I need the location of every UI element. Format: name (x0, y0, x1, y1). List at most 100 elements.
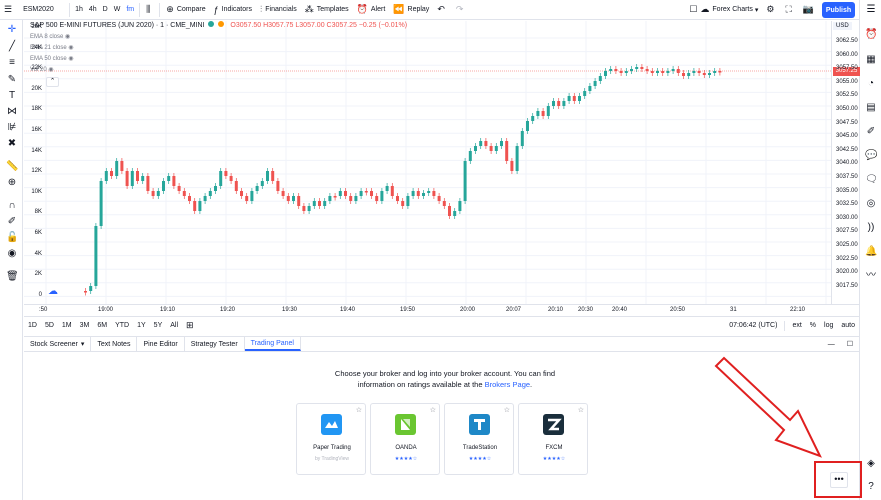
watchlist-icon[interactable]: ☰ (865, 4, 877, 16)
candle-body (474, 146, 477, 151)
percent-toggle[interactable]: % (806, 322, 820, 329)
calendar-icon[interactable]: ▤ (865, 102, 877, 114)
ext-toggle[interactable]: ext (788, 322, 805, 329)
chart-type-button[interactable]: ⫼ (142, 0, 157, 20)
price-axis[interactable]: 3057.25 3062.50 3060.00 3057.50 3055.00 3052… (831, 21, 860, 304)
undo-button[interactable]: ↶ (433, 0, 452, 20)
timeframe-1y[interactable]: 1Y (133, 322, 150, 329)
auto-toggle[interactable]: auto (837, 322, 859, 329)
minimize-panel-icon[interactable]: — (822, 337, 841, 351)
layout-select[interactable]: ☐ ☁ Forex Charts ▾ (685, 0, 762, 20)
star-icon[interactable]: ☆ (356, 406, 362, 414)
more-options-button[interactable]: ••• (830, 472, 848, 488)
interval-d[interactable]: D (100, 0, 111, 20)
star-icon[interactable]: ☆ (578, 406, 584, 414)
tab-text-notes[interactable]: Text Notes (91, 337, 138, 351)
snapshot-button[interactable]: 📷 (799, 0, 821, 20)
pulse-icon[interactable]: 〰 (865, 270, 877, 282)
lock-icon[interactable]: 🔓 (6, 232, 18, 244)
currency-label[interactable]: USD (833, 22, 852, 30)
timeframe-5y[interactable]: 5Y (150, 322, 167, 329)
volume-tick-label: 2K (34, 271, 42, 278)
layers-icon[interactable]: ◈ (865, 458, 877, 470)
eye-icon[interactable]: ◉ (65, 34, 70, 40)
financials-button[interactable]: ⫶ Financials (256, 0, 301, 20)
compare-button[interactable]: ⊕ Compare (162, 0, 209, 20)
eye-icon[interactable]: ◉ (68, 45, 73, 51)
tab-pine-editor[interactable]: Pine Editor (137, 337, 185, 351)
eye-icon[interactable]: ◉ (6, 248, 18, 260)
signal-icon[interactable]: )) (865, 222, 877, 234)
timeframe-ytd[interactable]: YTD (111, 322, 133, 329)
trash-icon[interactable]: 🗑 (6, 271, 19, 283)
help-icon[interactable]: ? (865, 481, 877, 493)
alarm-icon[interactable]: ⏰ (865, 29, 877, 41)
time-axis[interactable]: :50 19:00 19:10 19:20 19:30 19:40 19:50 20:00 20… (24, 304, 859, 316)
star-icon[interactable]: ☆ (430, 406, 436, 414)
interval-w[interactable]: W (111, 0, 124, 20)
pencil-lock-icon[interactable]: ✐ (6, 216, 18, 228)
brokers-page-link[interactable]: Brokers Page (485, 380, 530, 389)
redo-button[interactable]: ↷ (452, 0, 471, 20)
candle-body (94, 226, 98, 286)
broker-card-paper-trading[interactable]: ☆ Paper Trading by TradingView (296, 403, 366, 475)
tab-trading-panel[interactable]: Trading Panel (244, 337, 301, 351)
volume-axis: 26K 24K 22K 20K 18K 16K 14K 12K 10K 8K 6K 4K 2K 0 (24, 21, 44, 304)
magnet-icon[interactable]: ∩ (6, 200, 18, 212)
streams-icon[interactable]: ◎ (865, 198, 877, 210)
prediction-icon[interactable]: ⊯ (6, 122, 18, 134)
fib-icon[interactable]: ≡ (6, 57, 18, 69)
star-icon[interactable]: ☆ (504, 406, 510, 414)
zoom-icon[interactable]: ⊕ (6, 177, 18, 189)
broker-card-fxcm[interactable]: ☆ FXCM ★★★★☆ (518, 403, 588, 475)
menu-icon[interactable]: ☰ (0, 0, 19, 20)
timeframe-1d[interactable]: 1D (24, 322, 41, 329)
ideas-icon[interactable]: ✐ (865, 126, 877, 138)
drawing-toolbar: ✛ ╱ ≡ ✎ T ⋈ ⊯ ✖ 📏 ⊕ ∩ ✐ 🔓 ◉ 🗑 (0, 20, 23, 500)
crosshair-icon[interactable]: ✛ (6, 24, 18, 36)
eye-icon[interactable]: ◉ (68, 56, 73, 62)
log-toggle[interactable]: log (820, 322, 837, 329)
hotlist-icon[interactable]: ◔ (865, 78, 877, 90)
settings-button[interactable]: ⚙ (762, 0, 781, 20)
timeframe-6m[interactable]: 6M (93, 322, 111, 329)
templates-button[interactable]: ⁂ Templates (301, 0, 353, 20)
timeframe-1m[interactable]: 1M (58, 322, 76, 329)
timeframe-all[interactable]: All (166, 322, 182, 329)
alert-button[interactable]: ⏰ Alert (353, 0, 390, 20)
candle-body (162, 181, 165, 191)
timeframe-3m[interactable]: 3M (76, 322, 94, 329)
ruler-icon[interactable]: 📏 (6, 161, 18, 173)
pattern-icon[interactable]: ⋈ (6, 106, 18, 118)
notification-icon[interactable]: 🔔 (865, 246, 877, 258)
trend-line-icon[interactable]: ╱ (6, 41, 18, 53)
candle-body (661, 71, 665, 73)
candle-body (328, 196, 332, 201)
interval-fm[interactable]: fm (123, 0, 137, 20)
brush-icon[interactable]: ✎ (6, 74, 18, 86)
maximize-panel-icon[interactable]: ☐ (841, 337, 859, 351)
tab-strategy-tester[interactable]: Strategy Tester (185, 337, 245, 351)
chat-icon[interactable]: 💬 (865, 150, 877, 162)
price-chart[interactable]: ☁ (24, 21, 831, 304)
chat2-icon[interactable]: 🗨 (865, 174, 878, 186)
date-range-icon[interactable]: ⊞ (182, 320, 198, 331)
interval-4h[interactable]: 4h (86, 0, 100, 20)
eye-icon[interactable]: ◉ (48, 67, 53, 73)
interval-1h[interactable]: 1h (72, 0, 86, 20)
replay-button[interactable]: ⏪ Replay (389, 0, 433, 20)
data-window-icon[interactable]: ▦ (865, 54, 877, 66)
close-icon[interactable]: ✖ (6, 138, 18, 150)
text-icon[interactable]: T (6, 90, 18, 102)
broker-card-oanda[interactable]: ☆ OANDA ★★★★☆ (370, 403, 440, 475)
tab-stock-screener[interactable]: Stock Screener ▾ (24, 337, 92, 351)
publish-button[interactable]: Publish (822, 2, 855, 18)
symbol-search[interactable]: ESM2020 (19, 0, 67, 20)
timeframe-5d[interactable]: 5D (41, 322, 58, 329)
clock-label[interactable]: 07:06:42 (UTC) (725, 322, 781, 329)
candle-body (151, 191, 155, 196)
fullscreen-button[interactable]: ⛶ (781, 0, 798, 20)
indicators-button[interactable]: ƒ Indicators (210, 0, 256, 20)
collapse-legend-button[interactable]: ⌃ (46, 77, 59, 87)
broker-card-tradestation[interactable]: ☆ TradeStation ★★★★☆ (444, 403, 514, 475)
